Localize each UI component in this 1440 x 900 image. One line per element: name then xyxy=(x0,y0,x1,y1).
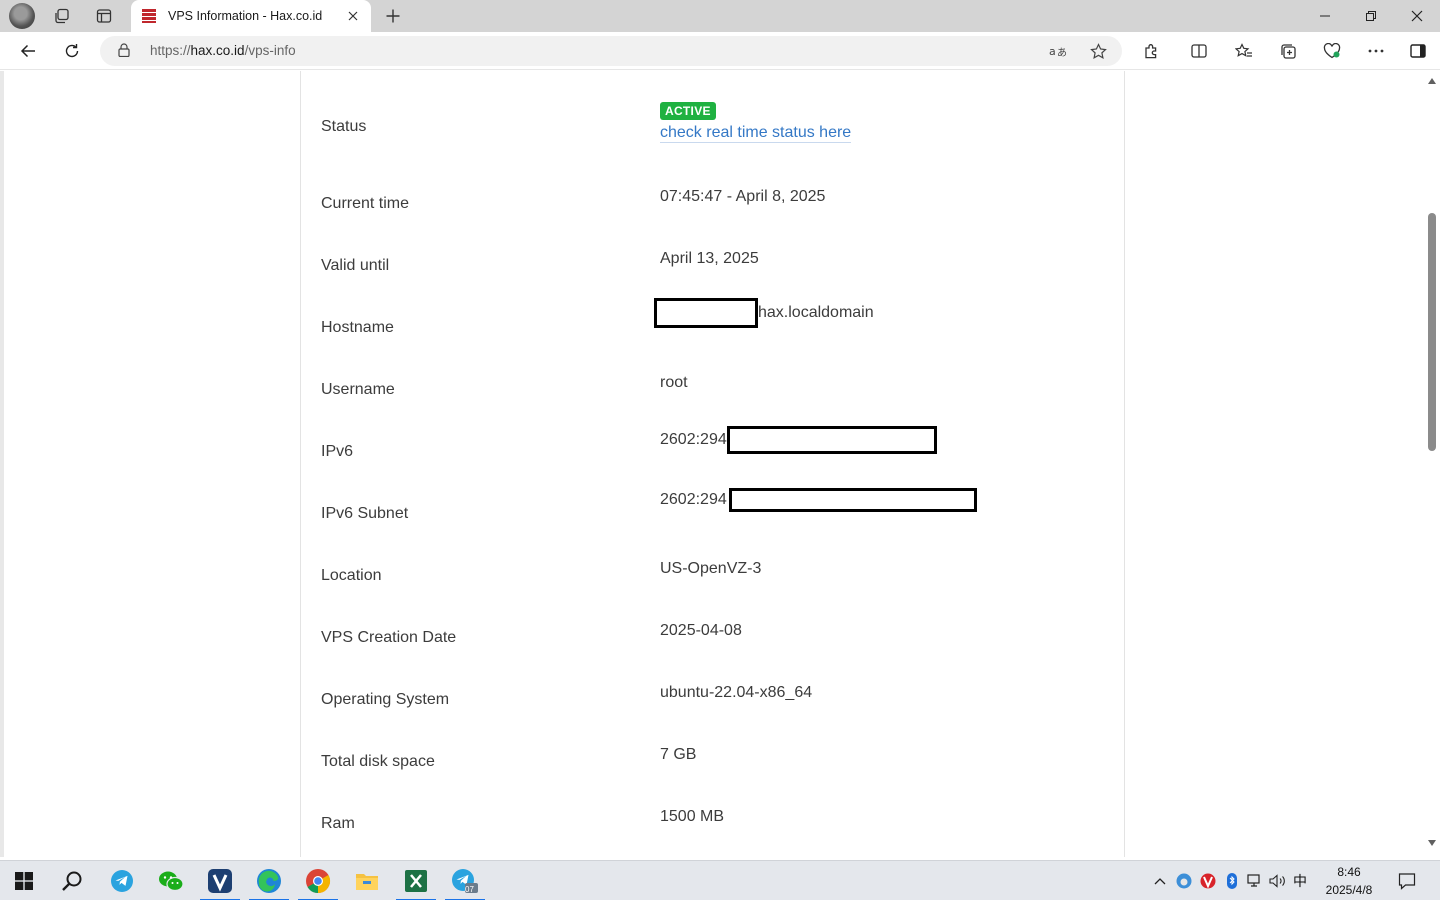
status-row: Status ACTIVE check real time status her… xyxy=(321,102,1111,164)
start-windows-icon[interactable] xyxy=(0,861,48,900)
row-value: 2025-04-08 xyxy=(660,622,742,639)
info-row-disk-space: Total disk space 7 GB xyxy=(321,737,1111,799)
row-value: US-OpenVZ-3 xyxy=(660,560,762,577)
restore-icon[interactable] xyxy=(1348,0,1394,32)
svg-text:a: a xyxy=(1049,45,1056,58)
tray-red-app-icon[interactable] xyxy=(1198,871,1218,891)
row-label: VPS Creation Date xyxy=(321,629,457,646)
edge-browser-icon[interactable] xyxy=(245,861,293,900)
address-bar[interactable]: https://hax.co.id/vps-info aあ xyxy=(100,36,1122,66)
clock[interactable]: 8:46 2025/4/8 xyxy=(1318,863,1380,899)
row-value: ubuntu-22.04-x86_64 xyxy=(660,684,813,701)
row-value: 7 GB xyxy=(660,746,697,763)
profile-avatar[interactable] xyxy=(9,3,35,29)
close-tab-icon[interactable] xyxy=(341,4,365,28)
extensions-icon[interactable] xyxy=(1136,37,1166,65)
redacted-block xyxy=(726,426,937,454)
info-row-valid-until: Valid until April 13, 2025 xyxy=(321,241,1111,303)
workspaces-icon[interactable] xyxy=(48,4,76,28)
site-favicon-icon xyxy=(142,9,156,23)
status-badge: ACTIVE xyxy=(660,102,716,120)
row-label: IPv6 Subnet xyxy=(321,505,409,522)
status-link[interactable]: check real time status here xyxy=(660,124,852,143)
tab-strip: VPS Information - Hax.co.id xyxy=(0,0,1440,32)
row-label: Username xyxy=(321,381,395,398)
row-value: 1500 MB xyxy=(660,808,725,825)
info-row-location: Location US-OpenVZ-3 xyxy=(321,551,1111,613)
info-row-current-time: Current time 07:45:47 - April 8, 2025 xyxy=(321,179,1111,241)
file-explorer-icon[interactable] xyxy=(343,861,391,900)
row-label: Current time xyxy=(321,195,410,212)
v-app-icon[interactable] xyxy=(196,861,244,900)
info-row-operating-system: Operating System ubuntu-22.04-x86_64 xyxy=(321,675,1111,737)
row-label: Hostname xyxy=(321,319,394,336)
row-label: Ram xyxy=(321,815,355,832)
wechat-icon[interactable] xyxy=(147,861,195,900)
row-value: root xyxy=(660,374,688,391)
info-row-creation-date: VPS Creation Date 2025-04-08 xyxy=(321,613,1111,675)
row-value: 2602:294 xyxy=(660,488,977,512)
excel-icon[interactable] xyxy=(392,861,440,900)
search-icon[interactable] xyxy=(48,861,96,900)
split-screen-icon[interactable] xyxy=(1184,37,1214,65)
close-window-icon[interactable] xyxy=(1394,0,1440,32)
tray-app-icon[interactable] xyxy=(1174,871,1194,891)
vertical-scrollbar[interactable] xyxy=(1424,71,1440,857)
telegram-badge-icon[interactable]: 07 xyxy=(441,861,489,900)
favorites-icon[interactable] xyxy=(1229,37,1259,65)
scroll-down-arrow-icon[interactable] xyxy=(1427,839,1437,847)
vps-info-card: Status ACTIVE check real time status her… xyxy=(300,71,1125,857)
back-icon[interactable] xyxy=(13,37,43,65)
row-value: 07:45:47 - April 8, 2025 xyxy=(660,188,826,205)
bluetooth-icon[interactable] xyxy=(1222,871,1242,891)
telegram-badge-count: 07 xyxy=(465,885,474,894)
info-row-hostname: Hostname hax.localdomain xyxy=(321,298,1111,365)
redacted-block xyxy=(654,298,758,328)
info-row-ram: Ram 1500 MB xyxy=(321,799,1111,857)
row-label: Operating System xyxy=(321,691,450,708)
chrome-icon[interactable] xyxy=(294,861,342,900)
row-value: April 13, 2025 xyxy=(660,250,759,267)
tab-title: VPS Information - Hax.co.id xyxy=(168,9,323,23)
ime-indicator[interactable]: 中 xyxy=(1293,871,1307,891)
lock-icon[interactable] xyxy=(118,43,130,62)
info-row-ipv6-subnet: IPv6 Subnet 2602:294 xyxy=(321,488,1111,551)
sidebar-toggle-icon[interactable] xyxy=(1403,37,1433,65)
clock-time: 8:46 xyxy=(1337,865,1361,879)
browser-essentials-icon[interactable] xyxy=(1317,37,1347,65)
scroll-up-arrow-icon[interactable] xyxy=(1427,77,1437,85)
notifications-icon[interactable] xyxy=(1397,871,1417,891)
minimize-icon[interactable] xyxy=(1302,0,1348,32)
favorite-star-icon[interactable] xyxy=(1087,41,1109,61)
active-tab[interactable]: VPS Information - Hax.co.id xyxy=(131,0,371,32)
vertical-tabs-icon[interactable] xyxy=(90,4,118,28)
collections-icon[interactable] xyxy=(1273,37,1303,65)
info-row-ipv6: IPv6 2602:294 xyxy=(321,426,1111,489)
svg-text:あ: あ xyxy=(1057,47,1067,58)
telegram-icon[interactable] xyxy=(98,861,146,900)
redacted-block xyxy=(728,488,977,512)
translate-icon[interactable]: aあ xyxy=(1047,41,1069,61)
row-label: Location xyxy=(321,567,382,584)
row-label: Valid until xyxy=(321,257,390,274)
status-label: Status xyxy=(321,118,367,135)
network-icon[interactable] xyxy=(1245,871,1265,891)
show-hidden-icons-icon[interactable] xyxy=(1150,871,1170,891)
new-tab-icon[interactable] xyxy=(380,4,406,28)
more-options-icon[interactable] xyxy=(1361,37,1391,65)
row-value: 2602:294 xyxy=(660,426,937,454)
volume-icon[interactable] xyxy=(1268,871,1288,891)
windows-taskbar: 07 中 8:46 2025/4/8 xyxy=(0,860,1440,900)
scrollbar-thumb[interactable] xyxy=(1428,213,1436,451)
row-value: hax.localdomain xyxy=(654,298,874,328)
page-left-edge xyxy=(0,71,4,857)
navigation-bar: https://hax.co.id/vps-info aあ xyxy=(0,32,1440,70)
row-label: Total disk space xyxy=(321,753,435,770)
row-label: IPv6 xyxy=(321,443,354,460)
page-viewport: Status ACTIVE check real time status her… xyxy=(0,71,1440,857)
info-row-username: Username root xyxy=(321,365,1111,427)
url-text: https://hax.co.id/vps-info xyxy=(150,43,296,58)
refresh-icon[interactable] xyxy=(57,37,87,65)
clock-date: 2025/4/8 xyxy=(1325,883,1373,897)
